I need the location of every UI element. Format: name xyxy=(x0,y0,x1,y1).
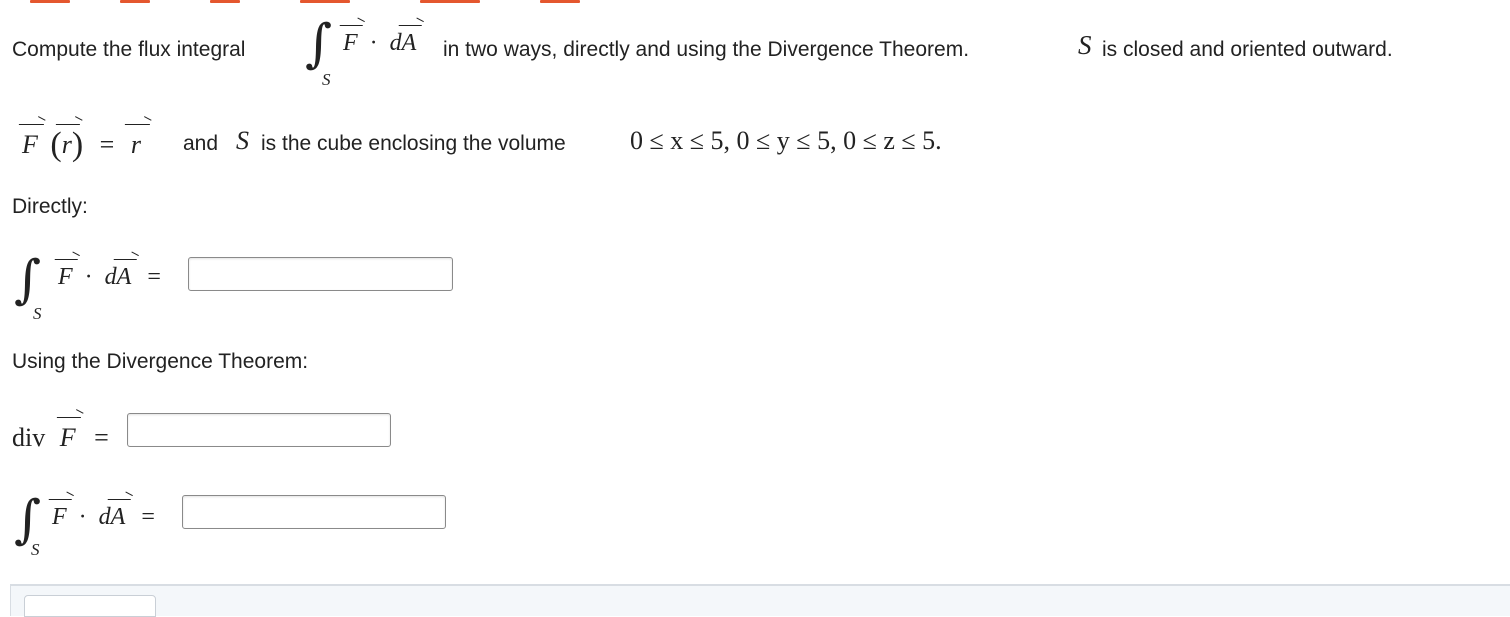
div-word: div xyxy=(12,423,46,452)
surface-symbol: S xyxy=(1078,30,1092,60)
differential-d: d xyxy=(98,504,111,530)
equals-sign: = xyxy=(141,504,155,530)
equals-sign: = xyxy=(147,264,161,290)
direct-answer-input[interactable] xyxy=(188,257,453,291)
differential-d: d xyxy=(104,264,117,290)
vector-F: F xyxy=(58,264,73,290)
integral-sign-icon: ∫ xyxy=(14,490,42,550)
integral-subscript: S xyxy=(31,540,40,559)
vector-F: F xyxy=(59,423,76,452)
integral-subscript: S xyxy=(33,304,42,323)
vector-F: F xyxy=(343,30,358,56)
intro-text: Compute the flux integral xyxy=(12,38,246,61)
equals-sign: = xyxy=(94,423,109,452)
vector-F: F xyxy=(52,504,67,530)
integral-sign-icon: ∫ xyxy=(14,250,42,310)
bottom-panel xyxy=(10,584,1510,616)
bottom-panel-tab[interactable] xyxy=(24,595,156,617)
directly-label: Directly: xyxy=(12,195,88,218)
integral-subscript: S xyxy=(322,70,331,89)
equals-sign: = xyxy=(99,130,115,159)
surface-symbol-2: S xyxy=(236,126,249,155)
divergence-answer-input[interactable] xyxy=(127,413,391,447)
vector-r-value: r xyxy=(130,130,141,159)
intro-after-text: in two ways, directly and using the Dive… xyxy=(443,38,970,61)
vector-A: A xyxy=(110,504,126,530)
cube-text: is the cube enclosing the volume xyxy=(261,132,566,155)
vector-A: A xyxy=(116,264,132,290)
vector-r-arg: r xyxy=(61,130,72,159)
and-text: and xyxy=(183,132,219,155)
closed-text: is closed and oriented outward. xyxy=(1102,38,1393,61)
divergence-label: Using the Divergence Theorem: xyxy=(12,350,309,373)
field-definition: F (r) = r xyxy=(22,126,141,163)
vector-A: A xyxy=(401,30,417,56)
vector-F-def: F xyxy=(22,130,38,159)
theorem-answer-input[interactable] xyxy=(182,495,446,529)
header-accent-strip xyxy=(0,0,620,4)
differential-d: d xyxy=(389,30,402,56)
divergence-expression: div F = xyxy=(12,423,109,453)
integral-sign-icon: ∫ xyxy=(305,14,333,74)
volume-condition: 0 ≤ x ≤ 5, 0 ≤ y ≤ 5, 0 ≤ z ≤ 5. xyxy=(630,126,942,155)
